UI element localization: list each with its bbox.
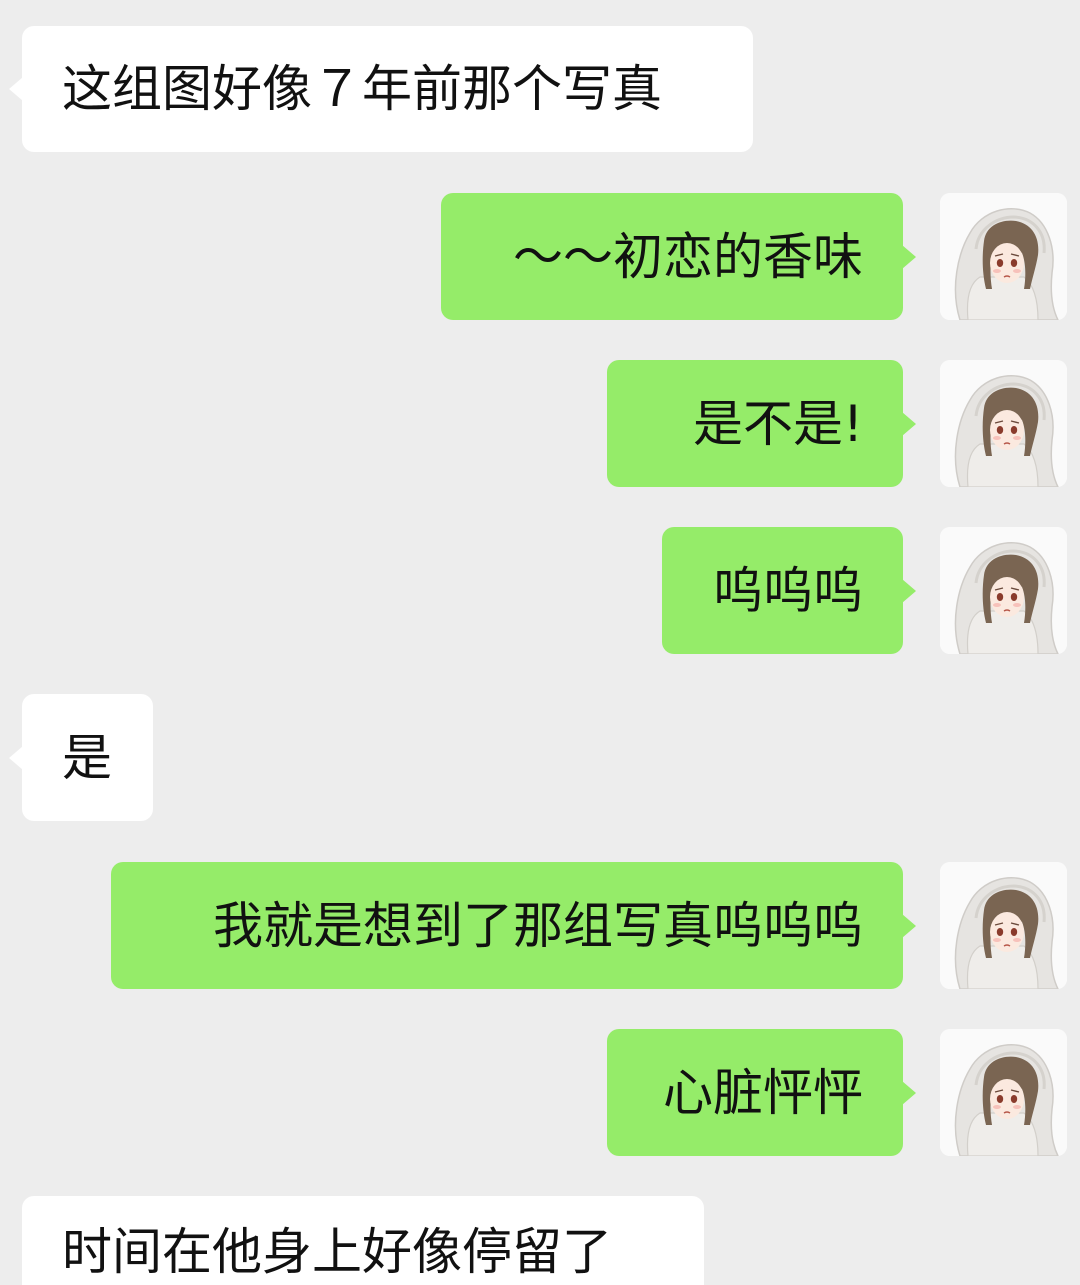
sent-message-bubble[interactable]: ～～初恋的香味 [441, 193, 916, 320]
received-message-bubble[interactable]: 是 [9, 694, 153, 821]
sender-avatar[interactable] [940, 527, 1067, 654]
message-text: 是 [62, 728, 112, 787]
sent-message-bubble[interactable]: 是不是! [607, 360, 916, 487]
anime-girl-avatar-icon [940, 1029, 1067, 1156]
message-text: 时间在他身上好像停留了 [62, 1223, 612, 1281]
sender-avatar[interactable] [940, 193, 1067, 320]
bubble-tail [9, 745, 23, 770]
message-text: ～～初恋的香味 [513, 227, 863, 286]
bubble-tail [902, 244, 916, 269]
received-message-bubble[interactable]: 时间在他身上好像停留了 [22, 1196, 704, 1285]
bubble-tail [902, 578, 916, 603]
message-text: 这组图好像７年前那个写真 [62, 60, 662, 118]
bubble-tail [902, 411, 916, 436]
anime-girl-avatar-icon [940, 360, 1067, 487]
sent-message-bubble[interactable]: 我就是想到了那组写真呜呜呜 [111, 862, 916, 989]
bubble-tail [902, 913, 916, 938]
bubble-tail [9, 77, 23, 101]
message-text: 我就是想到了那组写真呜呜呜 [213, 896, 863, 955]
received-message-bubble[interactable]: 这组图好像７年前那个写真 [9, 26, 753, 152]
bubble-tail [902, 1080, 916, 1105]
sender-avatar[interactable] [940, 862, 1067, 989]
message-text: 心脏怦怦 [663, 1063, 863, 1122]
anime-girl-avatar-icon [940, 527, 1067, 654]
anime-girl-avatar-icon [940, 193, 1067, 320]
message-text: 是不是! [692, 394, 863, 453]
chat-area[interactable]: 这组图好像７年前那个写真 ～～初恋的香味 是不是! 呜呜呜 是 我就是想到了那组… [0, 0, 1080, 1285]
anime-girl-avatar-icon [940, 862, 1067, 989]
sender-avatar[interactable] [940, 360, 1067, 487]
sent-message-bubble[interactable]: 心脏怦怦 [607, 1029, 916, 1156]
sender-avatar[interactable] [940, 1029, 1067, 1156]
message-text: 呜呜呜 [713, 561, 863, 620]
sent-message-bubble[interactable]: 呜呜呜 [662, 527, 916, 654]
